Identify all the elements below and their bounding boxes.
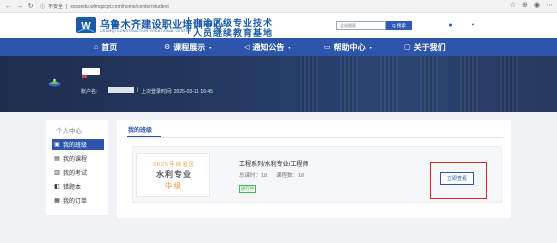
thumbnail-year: 2025年自治区 xyxy=(152,162,196,168)
banner-decoration xyxy=(500,56,518,112)
total-hours: 总课时：18 xyxy=(239,173,268,179)
extensions-icon[interactable]: ⊕ xyxy=(522,1,528,9)
lesson-count: 课程数：18 xyxy=(276,173,305,179)
info-icon: ⓘ xyxy=(40,4,46,10)
nav-courses[interactable]: ⚙ 课程展示 ▾ xyxy=(164,38,211,56)
sidebar-item-mistakes[interactable]: ◧ 错题本 xyxy=(52,181,104,192)
tab-divider xyxy=(127,137,503,138)
url-separator: | xyxy=(66,3,68,10)
nav-help[interactable]: ▭ 帮助中心 ▾ xyxy=(324,38,372,56)
search-button[interactable]: Q 搜索 xyxy=(386,21,412,30)
site-header: W 乌鲁木齐建设职业培训中心 URUMQI CONSTRUCTION VOCAT… xyxy=(0,13,557,38)
account-label: 账户名: xyxy=(81,89,98,95)
address-bar[interactable]: ⓘ 不安全 | xxssedu.wlmqzcpt.com/home/center… xyxy=(40,2,410,11)
star-icon[interactable]: ☆ xyxy=(510,1,516,9)
thumbnail-level: 中级 xyxy=(165,183,183,190)
nav-about-label: 关于我们 xyxy=(413,42,446,52)
browser-actions: ☆ ⊕ ◉ ⋯ xyxy=(510,1,553,9)
banner-decoration xyxy=(380,56,398,112)
order-icon: ▦ xyxy=(54,198,60,204)
site-subtitle: URUMQI CONSTRUCTION VOCATIONAL CENTER xyxy=(100,29,192,33)
profile-icon[interactable]: ◉ xyxy=(534,1,540,9)
window-icon: ▢ xyxy=(404,44,411,51)
sidebar-item-label: 我的考试 xyxy=(63,171,88,177)
username-redacted-mark xyxy=(82,75,87,78)
avatar xyxy=(48,78,61,87)
sidebar-item-my-courses[interactable]: ▤ 我的课程 xyxy=(52,153,104,164)
last-login-time: 上次登录时间: 2025-03-11 16:45 xyxy=(141,89,213,95)
exam-icon: ▥ xyxy=(54,170,60,176)
nav-home-label: 首页 xyxy=(101,42,118,52)
course-title[interactable]: 工程系列/水利专业/工程师 xyxy=(239,159,308,168)
thumbnail-major: 水利专业 xyxy=(156,170,192,179)
class-icon: ▣ xyxy=(54,142,60,148)
user-icon[interactable]: ● xyxy=(446,21,455,30)
gear-icon: ⚙ xyxy=(164,44,171,51)
menu-icon[interactable]: ⋯ xyxy=(546,1,553,9)
title-divider xyxy=(188,17,189,34)
browser-toolbar: ← → ↻ ⓘ 不安全 | xxssedu.wlmqzcpt.com/home/… xyxy=(0,0,557,13)
security-label: 不安全 xyxy=(48,4,64,10)
nav-courses-label: 课程展示 xyxy=(173,42,206,52)
chat-icon: ▭ xyxy=(324,44,331,51)
sidebar-item-label: 我的班级 xyxy=(63,143,88,149)
svg-text:W: W xyxy=(81,21,91,32)
main-nav: ⌂ 首页 ⚙ 课程展示 ▾ ◁ 通知公告 ▾ ▭ 帮助中心 ▾ ▢ 关于我们 xyxy=(0,38,557,56)
sidebar-title: 个人中心 xyxy=(56,128,82,135)
banner-decoration xyxy=(300,56,318,112)
course-thumbnail[interactable]: 2025年自治区 水利专业 中级 xyxy=(136,153,210,197)
sidebar-item-label: 错题本 xyxy=(63,185,82,191)
logo-icon[interactable]: W xyxy=(75,15,97,35)
view-now-button[interactable]: 立即查看 xyxy=(440,172,474,185)
nav-help-label: 帮助中心 xyxy=(333,42,366,52)
sidebar-item-my-class[interactable]: ▣ 我的班级 xyxy=(52,139,104,150)
banner-decoration xyxy=(340,56,358,112)
speaker-icon: ◁ xyxy=(244,44,250,51)
banner-decoration xyxy=(460,56,478,112)
tab-my-class[interactable]: 我的班级 xyxy=(128,125,152,134)
nav-notices[interactable]: ◁ 通知公告 ▾ xyxy=(244,38,290,56)
back-icon[interactable]: ← xyxy=(3,1,14,12)
sidebar-item-my-orders[interactable]: ▦ 我的订单 xyxy=(52,195,104,206)
status-badge: 进行中 xyxy=(239,185,256,193)
course-icon: ▤ xyxy=(54,156,60,162)
chevron-down-icon[interactable]: ▼ xyxy=(471,22,475,27)
chevron-down-icon: ▾ xyxy=(369,44,372,50)
chevron-down-icon: ▾ xyxy=(209,44,212,50)
sidebar-item-my-exams[interactable]: ▥ 我的考试 xyxy=(52,167,104,178)
notebook-icon: ◧ xyxy=(54,184,60,190)
nav-about[interactable]: ▢ 关于我们 xyxy=(404,38,446,56)
reload-icon[interactable]: ↻ xyxy=(25,1,36,12)
banner-decoration xyxy=(420,56,438,112)
account-value-redacted xyxy=(108,87,134,93)
nav-home[interactable]: ⌂ 首页 xyxy=(94,38,117,56)
chevron-down-icon: ▾ xyxy=(288,44,291,50)
username-redacted xyxy=(82,68,100,75)
personal-center-sidebar: 个人中心 ▣ 我的班级 ▤ 我的课程 ▥ 我的考试 ◧ 错题本 ▦ 我的订单 xyxy=(46,120,108,215)
forward-icon[interactable]: → xyxy=(14,1,25,12)
banner-separator: | xyxy=(137,87,139,93)
user-banner: 账户名: | 上次登录时间: 2025-03-11 16:45 xyxy=(0,56,557,112)
search-input[interactable] xyxy=(336,21,386,30)
url-text: xxssedu.wlmqzcpt.com/home/center/student xyxy=(70,3,169,10)
sidebar-item-label: 我的订单 xyxy=(63,199,88,205)
sidebar-item-label: 我的课程 xyxy=(63,157,88,163)
home-icon: ⌂ xyxy=(94,43,99,51)
nav-notices-label: 通知公告 xyxy=(252,42,285,52)
